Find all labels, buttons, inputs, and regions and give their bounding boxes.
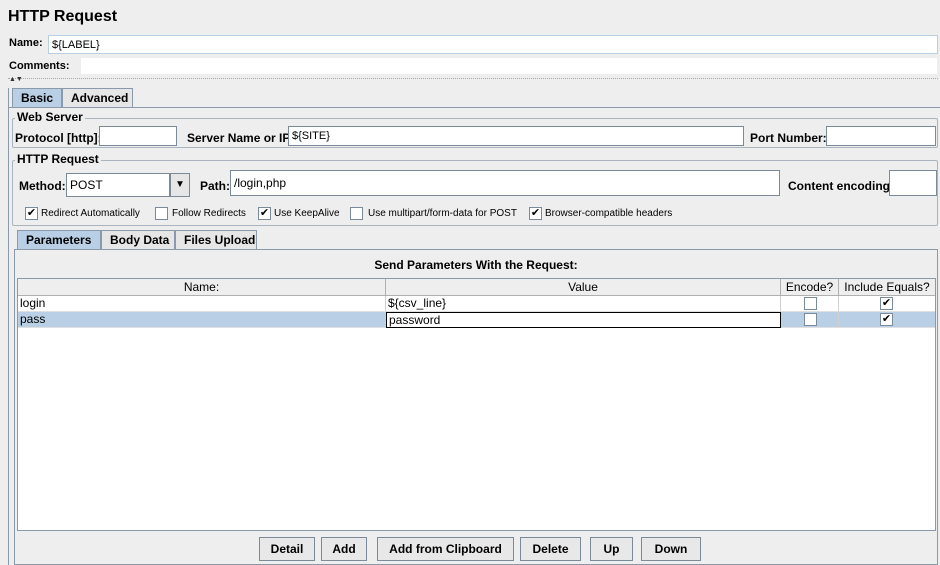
encode-checkbox[interactable] (804, 297, 817, 310)
server-name-input[interactable]: ${SITE} (288, 126, 744, 146)
include-equals-checkbox[interactable]: ✔ (880, 313, 893, 326)
up-button[interactable]: Up (590, 537, 633, 561)
comments-field[interactable] (80, 57, 938, 75)
port-number-label: Port Number: (750, 131, 827, 145)
params-title: Send Parameters With the Request: (374, 258, 578, 272)
protocol-label: Protocol [http]: (15, 131, 102, 145)
panel-left-border (8, 88, 9, 565)
keepalive-checkbox[interactable]: ✔ (258, 207, 271, 220)
path-label: Path: (200, 179, 230, 193)
protocol-input[interactable] (99, 126, 177, 146)
content-encoding-input[interactable] (889, 170, 937, 196)
split-arrows-icon[interactable]: ▲▼ (9, 76, 23, 83)
method-label: Method: (19, 179, 66, 193)
tab-files-upload[interactable]: Files Upload (175, 230, 257, 250)
add-button[interactable]: Add (321, 537, 367, 561)
comments-label: Comments: (9, 60, 70, 72)
name-field[interactable]: ${LABEL} (48, 35, 938, 54)
row-name-cell[interactable]: login (18, 296, 386, 312)
multipart-label: Use multipart/form-data for POST (368, 208, 517, 219)
tab-parameters[interactable]: Parameters (17, 230, 101, 250)
col-header-encode[interactable]: Encode? (781, 279, 839, 296)
col-header-include-equals[interactable]: Include Equals? (839, 279, 935, 296)
redirect-auto-checkbox[interactable]: ✔ (25, 207, 38, 220)
path-input[interactable]: /login,php (230, 170, 780, 196)
tab-basic[interactable]: Basic (12, 88, 62, 108)
port-number-input[interactable] (826, 126, 936, 146)
include-equals-checkbox[interactable]: ✔ (880, 297, 893, 310)
col-header-value[interactable]: Value (386, 279, 781, 296)
browser-headers-checkbox[interactable]: ✔ (529, 207, 542, 220)
follow-redirects-label: Follow Redirects (172, 208, 246, 219)
row-value-edit-input[interactable]: password (386, 312, 781, 328)
delete-button[interactable]: Delete (520, 537, 581, 561)
tab-panel-border (8, 107, 940, 108)
tab-body-data[interactable]: Body Data (101, 230, 175, 250)
col-header-name[interactable]: Name: (18, 279, 386, 296)
http-request-legend: HTTP Request (15, 152, 101, 166)
name-label: Name: (9, 37, 43, 49)
follow-redirects-checkbox[interactable] (155, 207, 168, 220)
multipart-checkbox[interactable] (350, 207, 363, 220)
down-button[interactable]: Down (641, 537, 701, 561)
split-divider[interactable] (8, 78, 938, 84)
tab-advanced[interactable]: Advanced (62, 88, 133, 108)
server-name-label: Server Name or IP: (187, 131, 295, 145)
add-from-clipboard-button[interactable]: Add from Clipboard (377, 537, 514, 561)
page-title: HTTP Request (8, 8, 118, 25)
keepalive-label: Use KeepAlive (274, 208, 340, 219)
content-encoding-label: Content encoding: (788, 179, 894, 193)
method-select[interactable]: POST (66, 173, 170, 197)
redirect-auto-label: Redirect Automatically (41, 208, 140, 219)
detail-button[interactable]: Detail (259, 537, 315, 561)
chevron-down-icon[interactable]: ▼ (170, 173, 190, 197)
row-value-cell[interactable]: ${csv_line} (386, 296, 781, 312)
browser-headers-label: Browser-compatible headers (545, 208, 673, 219)
encode-checkbox[interactable] (804, 313, 817, 326)
row-name-cell[interactable]: pass (18, 312, 386, 328)
web-server-legend: Web Server (15, 110, 85, 124)
